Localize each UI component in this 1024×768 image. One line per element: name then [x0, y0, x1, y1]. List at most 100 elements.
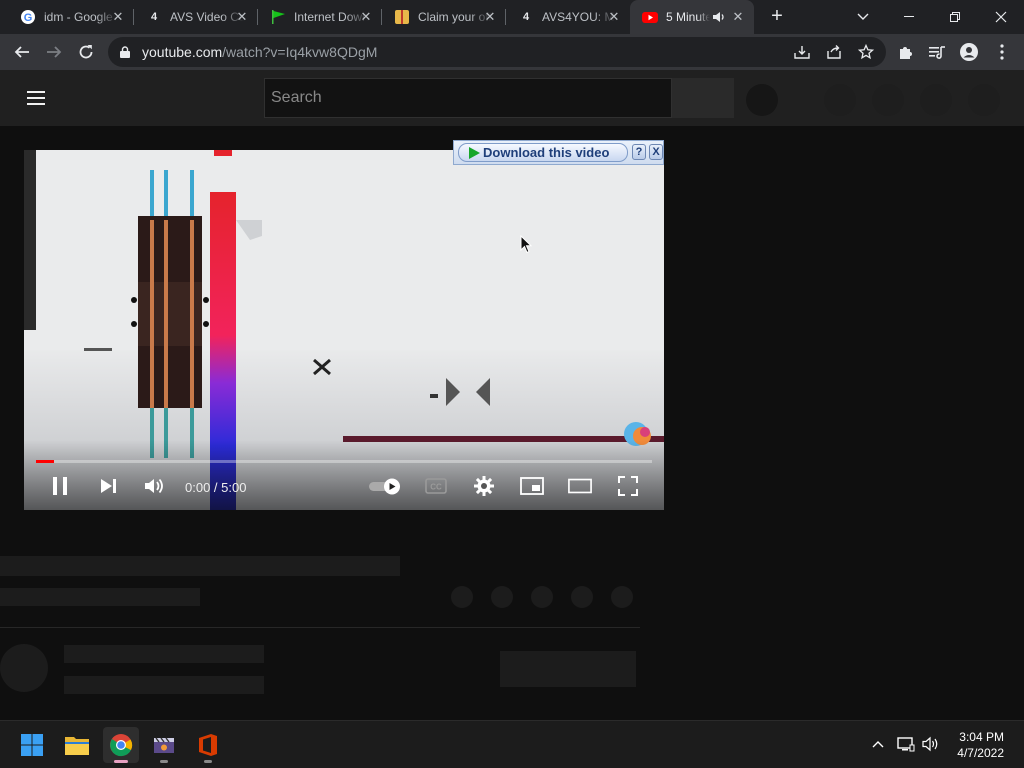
- tab-avs4you[interactable]: 4 AVS4YOU: Multimedia ✕: [506, 0, 630, 34]
- search-button[interactable]: [672, 78, 734, 118]
- media-queue-icon[interactable]: [928, 43, 946, 61]
- fullscreen-icon[interactable]: [616, 474, 640, 498]
- theater-mode-icon[interactable]: [568, 474, 592, 498]
- idm-close-button[interactable]: X: [649, 144, 663, 160]
- tab-search-chevron-down-icon[interactable]: [840, 0, 886, 34]
- autoplay-toggle[interactable]: [368, 474, 402, 498]
- tab-title: AVS4YOU: Multimedia: [542, 10, 616, 24]
- seek-bar[interactable]: [36, 460, 652, 463]
- youtube-icon: [642, 9, 658, 25]
- tab-title: Claim your offer: [418, 10, 492, 24]
- action-placeholder: [491, 586, 513, 608]
- tab-title: 5 Minute: [666, 10, 710, 24]
- volume-tray-icon[interactable]: [922, 735, 940, 753]
- play-arrow-icon: [469, 147, 480, 159]
- idm-download-panel: Download this video ? X: [453, 140, 664, 165]
- action-placeholder: [571, 586, 593, 608]
- svg-text:CC: CC: [430, 483, 442, 492]
- seek-bar-played: [36, 460, 55, 463]
- tab-avs-video[interactable]: 4 AVS Video Converter ✕: [134, 0, 258, 34]
- forward-button[interactable]: [40, 38, 68, 66]
- tab-youtube-active[interactable]: 5 Minute ✕: [630, 0, 754, 34]
- network-icon[interactable]: [897, 735, 915, 753]
- extensions-puzzle-icon[interactable]: [897, 43, 915, 61]
- tab-google-search[interactable]: G idm - Google Search ✕: [8, 0, 134, 34]
- windows-start-icon[interactable]: [14, 727, 50, 763]
- tab-close-icon[interactable]: ✕: [606, 9, 622, 25]
- channel-name-placeholder: [64, 645, 264, 663]
- search-input[interactable]: Search: [264, 78, 672, 118]
- volume-icon[interactable]: [142, 474, 166, 498]
- voice-search-button[interactable]: [746, 84, 778, 116]
- youtube-header: Search: [0, 70, 1024, 126]
- speaker-icon[interactable]: [712, 10, 726, 27]
- system-clock[interactable]: 3:04 PM 4/7/2022: [944, 729, 1004, 761]
- lock-icon[interactable]: [120, 45, 130, 58]
- tab-close-icon[interactable]: ✕: [358, 9, 374, 25]
- tab-close-icon[interactable]: ✕: [110, 9, 126, 25]
- video-player[interactable]: 0:00 / 5:00 CC: [24, 150, 664, 510]
- captions-cc-icon[interactable]: CC: [424, 474, 448, 498]
- google-icon: G: [20, 9, 36, 25]
- time-display: 0:00 / 5:00: [185, 480, 247, 495]
- tab-title: Internet Download Manager: [294, 10, 368, 24]
- action-placeholder: [611, 586, 633, 608]
- action-placeholder: [531, 586, 553, 608]
- divider: [0, 627, 640, 628]
- gift-icon: [394, 9, 410, 25]
- share-icon[interactable]: [826, 44, 842, 60]
- tab-title: AVS Video Converter: [170, 10, 244, 24]
- subscribers-placeholder: [64, 676, 264, 694]
- close-window-button[interactable]: [978, 0, 1024, 34]
- chrome-icon[interactable]: [103, 727, 139, 763]
- back-button[interactable]: [8, 38, 36, 66]
- subscribe-button-placeholder: [500, 651, 636, 687]
- settings-gear-icon[interactable]: [472, 474, 496, 498]
- reload-button[interactable]: [72, 38, 100, 66]
- notifications-button[interactable]: [920, 84, 952, 116]
- download-this-video-button[interactable]: Download this video: [458, 143, 628, 162]
- tray-chevron-up-icon[interactable]: [869, 735, 887, 753]
- views-placeholder: [0, 588, 200, 606]
- tab-internet-download-manager[interactable]: Internet Download Manager ✕: [258, 0, 382, 34]
- tab-claim-offer[interactable]: Claim your offer ✕: [382, 0, 506, 34]
- download-label: Download this video: [483, 145, 610, 160]
- avs-video-icon[interactable]: [146, 727, 182, 763]
- tab-close-icon[interactable]: ✕: [482, 9, 498, 25]
- taskbar: 3:04 PM 4/7/2022: [0, 720, 1024, 768]
- avs-icon: 4: [150, 11, 158, 23]
- idm-help-button[interactable]: ?: [632, 144, 646, 160]
- bookmark-star-icon[interactable]: [857, 43, 875, 60]
- menu-hamburger-icon[interactable]: [27, 91, 45, 105]
- account-avatar[interactable]: [968, 84, 1000, 116]
- url-text: youtube.com/watch?v=Iq4kvw8QDgM: [142, 44, 377, 60]
- address-bar[interactable]: youtube.com/watch?v=Iq4kvw8QDgM: [108, 37, 886, 67]
- clock-time: 3:04 PM: [959, 730, 1004, 744]
- browser-toolbar: youtube.com/watch?v=Iq4kvw8QDgM: [0, 34, 1024, 70]
- file-explorer-icon[interactable]: [59, 727, 95, 763]
- new-tab-button[interactable]: +: [766, 6, 788, 28]
- profile-avatar-icon[interactable]: [960, 43, 978, 61]
- tab-title: idm - Google Search: [44, 10, 118, 24]
- clock-date: 4/7/2022: [957, 746, 1004, 760]
- next-button[interactable]: [96, 474, 120, 498]
- pause-button[interactable]: [48, 474, 72, 498]
- idm-flag-icon: [270, 9, 286, 25]
- tab-strip: G idm - Google Search ✕ 4 AVS Video Conv…: [0, 0, 1024, 34]
- restore-button[interactable]: [932, 0, 978, 34]
- apps-button[interactable]: [872, 84, 904, 116]
- channel-avatar-placeholder: [0, 644, 48, 692]
- create-button[interactable]: [824, 84, 856, 116]
- kebab-menu-icon[interactable]: [993, 43, 1011, 61]
- title-placeholder: [0, 556, 400, 576]
- mouse-cursor-icon: [520, 235, 533, 254]
- tab-close-icon[interactable]: ✕: [234, 9, 250, 25]
- avs-icon: 4: [522, 11, 530, 23]
- tab-close-icon[interactable]: ✕: [730, 9, 746, 25]
- office-icon[interactable]: [190, 727, 226, 763]
- svg-text:G: G: [24, 12, 33, 24]
- install-download-icon[interactable]: [794, 44, 810, 60]
- minimize-button[interactable]: [886, 0, 932, 34]
- miniplayer-icon[interactable]: [520, 474, 544, 498]
- url-path: /watch?v=Iq4kvw8QDgM: [222, 44, 378, 60]
